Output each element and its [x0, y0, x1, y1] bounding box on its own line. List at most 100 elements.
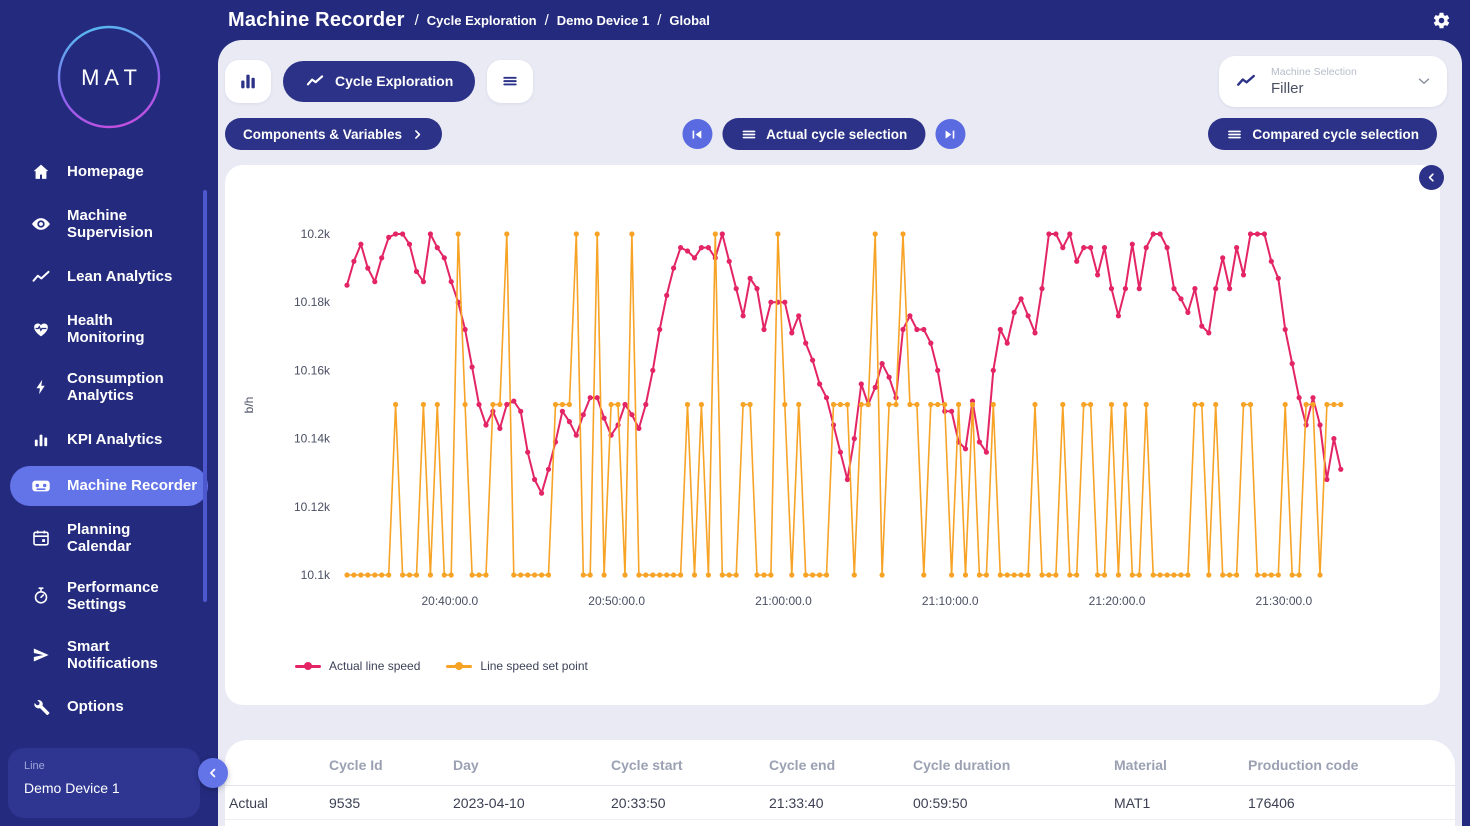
- cell-cycle-duration: 00:59:50: [913, 795, 1114, 811]
- calendar-icon: [30, 527, 52, 549]
- chart-panel-collapse-button[interactable]: [1419, 165, 1444, 190]
- table-header-row: Cycle Id Day Cycle start Cycle end Cycle…: [225, 750, 1455, 780]
- sidebar-nav: Homepage Machine Supervision Lean Analyt…: [0, 152, 218, 727]
- chevron-left-icon: [1425, 171, 1438, 184]
- sidebar-item-label: Planning Calendar: [67, 521, 189, 556]
- page-title: Machine Recorder: [228, 9, 405, 32]
- svg-text:21:30:00.0: 21:30:00.0: [1255, 594, 1312, 608]
- cell-production-code: 176406: [1248, 795, 1455, 811]
- line-speed-chart-card: 10.2k10.18k10.16k10.14k10.12k10.1k20:40:…: [225, 165, 1440, 705]
- actual-cycle-selection-label: Actual cycle selection: [766, 127, 907, 142]
- view-toolbar: Cycle Exploration Machine Selection Fill…: [225, 55, 1447, 107]
- machine-selection-dropdown[interactable]: Machine Selection Filler: [1219, 56, 1447, 107]
- sidebar-item-performance-settings[interactable]: Performance Settings: [10, 570, 208, 623]
- gear-icon: [1432, 11, 1451, 30]
- chevron-right-icon: [411, 128, 424, 141]
- sidebar-item-label: Performance Settings: [67, 579, 189, 614]
- wrench-icon: [30, 696, 52, 718]
- sidebar-item-consumption-analytics[interactable]: Consumption Analytics: [10, 361, 208, 414]
- col-header-cycle-end: Cycle end: [769, 757, 913, 773]
- sidebar-item-label: Options: [67, 698, 124, 715]
- sidebar-item-lean-analytics[interactable]: Lean Analytics: [10, 257, 208, 297]
- top-header: Machine Recorder / Cycle Exploration / D…: [218, 0, 1470, 40]
- svg-text:10.14k: 10.14k: [294, 432, 331, 446]
- line-label: Line: [24, 760, 184, 772]
- bar-chart-icon: [30, 429, 52, 451]
- next-cycle-button[interactable]: [935, 119, 965, 149]
- stopwatch-icon: [30, 585, 52, 607]
- svg-text:21:00:00.0: 21:00:00.0: [755, 594, 812, 608]
- menu-view-button[interactable]: [487, 60, 533, 103]
- cell-row-label: Actual: [229, 795, 329, 811]
- components-variables-button[interactable]: Components & Variables: [225, 118, 442, 150]
- sidebar-item-kpi-analytics[interactable]: KPI Analytics: [10, 420, 208, 460]
- cell-cycle-id: 9535: [329, 795, 453, 811]
- cell-day: 2023-04-10: [453, 795, 611, 811]
- line-device-name: Demo Device 1: [24, 780, 184, 796]
- chevron-down-icon: [1415, 72, 1433, 90]
- sidebar-item-machine-recorder[interactable]: Machine Recorder: [10, 466, 208, 506]
- table-row-actual[interactable]: Actual 9535 2023-04-10 20:33:50 21:33:40…: [225, 786, 1455, 820]
- machine-selection-label: Machine Selection: [1271, 66, 1357, 78]
- sidebar-item-label: Lean Analytics: [67, 268, 172, 285]
- sidebar-collapse-button[interactable]: [198, 758, 228, 788]
- skip-next-icon: [943, 127, 958, 142]
- sidebar-scrollbar[interactable]: [203, 190, 207, 602]
- bar-chart-view-button[interactable]: [225, 60, 271, 103]
- send-icon: [30, 644, 52, 666]
- line-device-card[interactable]: Line Demo Device 1: [8, 748, 200, 818]
- sidebar-item-label: Consumption Analytics: [67, 370, 189, 405]
- breadcrumb-demo-device[interactable]: Demo Device 1: [557, 13, 650, 28]
- settings-gear-button[interactable]: [1428, 7, 1454, 33]
- cycle-exploration-tab[interactable]: Cycle Exploration: [283, 61, 475, 102]
- actual-cycle-selection-button[interactable]: Actual cycle selection: [722, 118, 925, 150]
- hamburger-icon: [1226, 126, 1243, 143]
- breadcrumb-cycle-exploration[interactable]: Cycle Exploration: [427, 13, 537, 28]
- svg-text:10.12k: 10.12k: [294, 500, 331, 514]
- main-content: Cycle Exploration Machine Selection Fill…: [218, 40, 1462, 826]
- sidebar-item-planning-calendar[interactable]: Planning Calendar: [10, 512, 208, 565]
- recorder-icon: [30, 475, 52, 497]
- sidebar-item-options[interactable]: Options: [10, 687, 208, 727]
- cycle-controls: Components & Variables Actual cycle sele…: [225, 118, 1437, 150]
- line-speed-chart: 10.2k10.18k10.16k10.14k10.12k10.1k20:40:…: [225, 165, 1440, 635]
- legend-actual-line-speed[interactable]: Actual line speed: [295, 659, 420, 673]
- svg-text:21:10:00.0: 21:10:00.0: [922, 594, 979, 608]
- sidebar-item-machine-supervision[interactable]: Machine Supervision: [10, 198, 208, 251]
- previous-cycle-button[interactable]: [682, 119, 712, 149]
- svg-text:10.2k: 10.2k: [301, 227, 331, 241]
- chart-legend: Actual line speed Line speed set point: [295, 659, 588, 673]
- trend-line-icon: [305, 71, 325, 91]
- heart-pulse-icon: [30, 318, 52, 340]
- legend-swatch-pink: [295, 665, 321, 668]
- sidebar-item-health-monitoring[interactable]: Health Monitoring: [10, 303, 208, 356]
- sidebar-item-homepage[interactable]: Homepage: [10, 152, 208, 192]
- hamburger-icon: [500, 71, 520, 91]
- cycle-exploration-label: Cycle Exploration: [335, 73, 453, 89]
- machine-selection-value: Filler: [1271, 80, 1357, 97]
- sidebar-item-smart-notifications[interactable]: Smart Notifications: [10, 629, 208, 682]
- cell-material: MAT1: [1114, 795, 1248, 811]
- sidebar-item-label: Health Monitoring: [67, 312, 189, 347]
- svg-text:10.16k: 10.16k: [294, 363, 331, 377]
- mat-logo-icon: M A T: [56, 24, 162, 130]
- sidebar: M A T Homepage Machine Supervision Lean …: [0, 0, 218, 826]
- svg-text:20:40:00.0: 20:40:00.0: [421, 594, 478, 608]
- cell-cycle-start: 20:33:50: [611, 795, 769, 811]
- sidebar-item-label: Homepage: [67, 163, 144, 180]
- svg-text:21:20:00.0: 21:20:00.0: [1089, 594, 1146, 608]
- compared-cycle-selection-button[interactable]: Compared cycle selection: [1208, 118, 1437, 150]
- brand-logo: M A T: [0, 0, 218, 130]
- bolt-icon: [30, 376, 52, 398]
- hamburger-icon: [740, 126, 757, 143]
- col-header-cycle-start: Cycle start: [611, 757, 769, 773]
- chevron-left-icon: [206, 766, 220, 780]
- legend-line-speed-set-point[interactable]: Line speed set point: [446, 659, 587, 673]
- col-header-material: Material: [1114, 757, 1248, 773]
- home-icon: [30, 161, 52, 183]
- breadcrumb: / Cycle Exploration / Demo Device 1 / Gl…: [415, 12, 710, 29]
- col-header-production-code: Production code: [1248, 757, 1455, 773]
- col-header-day: Day: [453, 757, 611, 773]
- breadcrumb-global[interactable]: Global: [669, 13, 709, 28]
- bar-chart-icon: [237, 70, 259, 92]
